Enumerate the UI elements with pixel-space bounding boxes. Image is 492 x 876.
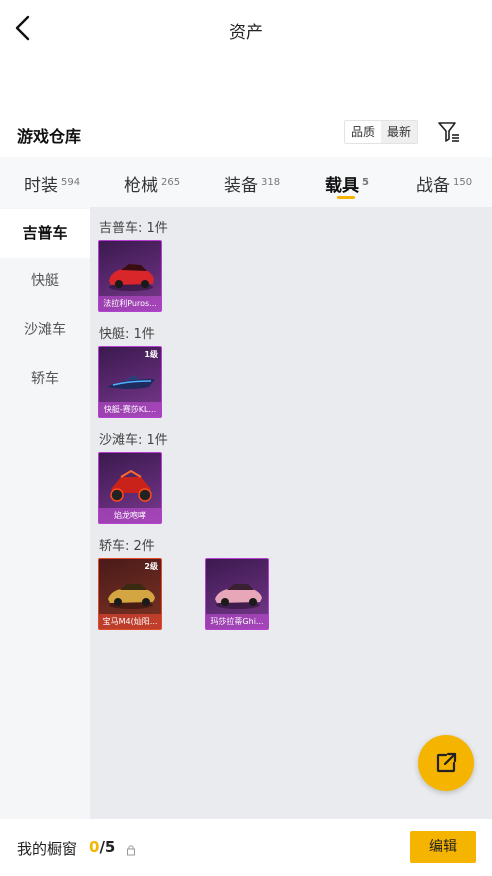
boat-image: [107, 375, 155, 389]
group-title-sedan: 轿车: 2件: [99, 539, 155, 554]
vehicle-name: 宝马M4(灿阳...: [99, 614, 161, 629]
car-image: [215, 584, 262, 609]
edit-button[interactable]: 编辑: [410, 831, 476, 863]
car-image: [109, 264, 154, 291]
vehicle-type-sidebar: 吉普车 快艇 沙滩车 轿车: [0, 207, 90, 819]
sidebar-item-jeep[interactable]: 吉普车: [0, 209, 90, 258]
vehicle-name: 法拉利Puros...: [99, 296, 161, 311]
vehicle-list: 吉普车: 1件 法拉利Puros... 快艇: 1件 1级 快艇-赛莎KL...…: [90, 207, 492, 819]
vehicle-card[interactable]: 玛莎拉蒂Ghi...: [205, 558, 269, 630]
vehicle-card[interactable]: 法拉利Puros...: [98, 240, 162, 312]
tab-supplies[interactable]: 战备 150: [416, 171, 472, 196]
vehicle-card[interactable]: 焰龙咆哮: [98, 452, 162, 524]
sort-newest-button[interactable]: 最新: [381, 121, 418, 143]
buggy-image: [110, 469, 152, 502]
tab-weapons[interactable]: 枪械 265: [124, 171, 180, 196]
share-export-icon: [436, 752, 457, 773]
vehicle-name: 玛莎拉蒂Ghi...: [206, 614, 268, 629]
vehicle-card[interactable]: 1级 快艇-赛莎KL...: [98, 346, 162, 418]
filter-icon[interactable]: [437, 120, 461, 144]
vehicle-name: 快艇-赛莎KL...: [99, 402, 161, 417]
sidebar-item-buggy[interactable]: 沙滩车: [0, 306, 90, 355]
tab-fashion[interactable]: 时装 594: [24, 171, 80, 196]
group-title-buggy: 沙滩车: 1件: [99, 433, 168, 448]
warehouse-title: 游戏仓库: [17, 127, 82, 146]
showcase-count: 0/5: [89, 838, 116, 856]
sidebar-item-speedboat[interactable]: 快艇: [0, 257, 90, 306]
active-tab-indicator: [337, 196, 355, 199]
group-title-speedboat: 快艇: 1件: [99, 327, 155, 342]
vehicle-card[interactable]: 2级 宝马M4(灿阳...: [98, 558, 162, 630]
category-tabs: 时装 594 枪械 265 装备 318 载具 5 战备 150: [0, 157, 492, 207]
group-title-jeep: 吉普车: 1件: [99, 221, 168, 236]
tab-vehicles[interactable]: 载具 5: [325, 171, 369, 196]
tab-equipment[interactable]: 装备 318: [224, 171, 280, 196]
top-bar: 资产: [0, 0, 492, 56]
car-image: [108, 584, 155, 609]
sidebar-item-sedan[interactable]: 轿车: [0, 355, 90, 404]
sort-quality-button[interactable]: 品质: [345, 121, 381, 143]
showcase-bar: 我的橱窗 0/5 编辑: [0, 819, 492, 876]
share-button[interactable]: [418, 735, 474, 791]
sort-toggle: 品质 最新: [344, 120, 419, 144]
vehicle-name: 焰龙咆哮: [99, 508, 161, 523]
page-title: 资产: [229, 23, 263, 43]
showcase-label: 我的橱窗: [17, 840, 78, 858]
lock-icon: [126, 841, 136, 856]
